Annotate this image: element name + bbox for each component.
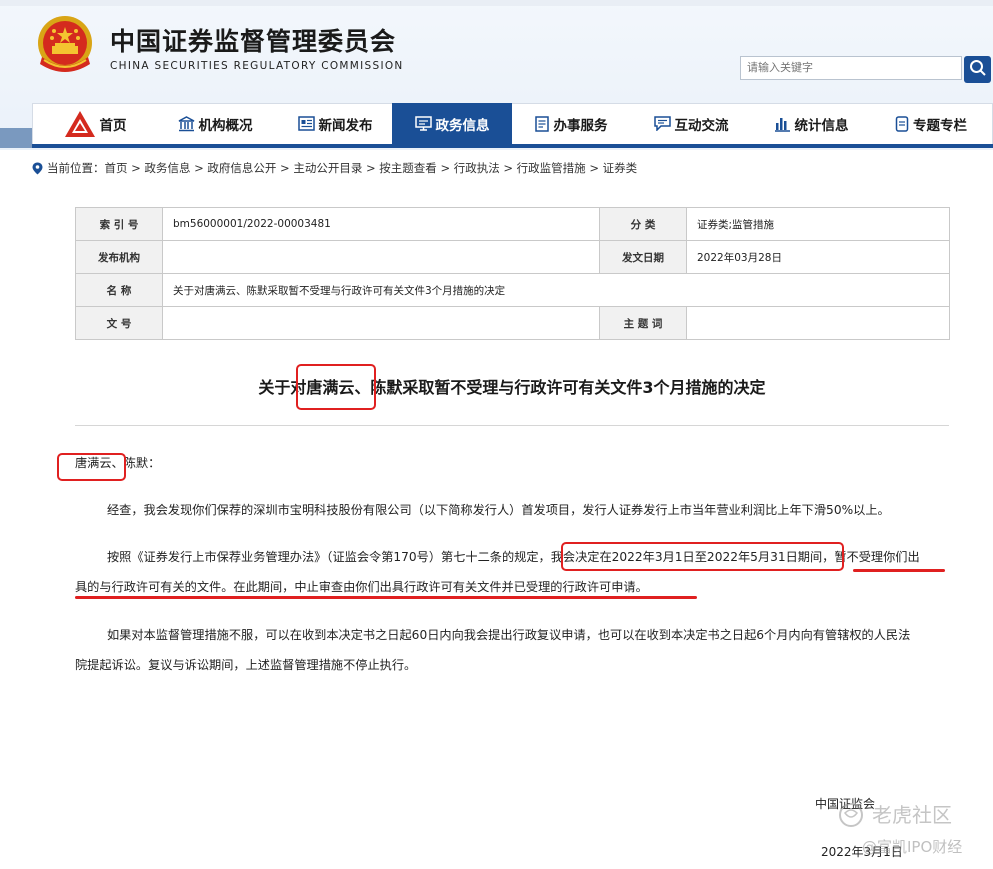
nav-item-interaction[interactable]: 互动交流 bbox=[636, 103, 746, 144]
monitor-icon bbox=[414, 116, 432, 131]
site-title[interactable]: 中国证券监督管理委员会 bbox=[110, 22, 396, 58]
search-icon bbox=[969, 59, 987, 81]
publisher-value bbox=[162, 240, 600, 274]
watermark-brand: 老虎社区 bbox=[872, 803, 952, 827]
nav-item-home[interactable]: 首页 bbox=[40, 103, 150, 144]
nav-underline bbox=[32, 144, 993, 148]
index-label: 索 引 号 bbox=[75, 207, 163, 241]
search-input[interactable] bbox=[740, 56, 962, 80]
highlight-box-salutation bbox=[57, 453, 126, 481]
nav-item-statistics[interactable]: 统计信息 bbox=[756, 103, 866, 144]
date-value: 2022年03月28日 bbox=[686, 240, 950, 274]
docno-label: 文 号 bbox=[75, 306, 163, 340]
nav-item-about[interactable]: 机构概况 bbox=[160, 103, 270, 144]
nav-item-label: 机构概况 bbox=[198, 117, 253, 134]
title-divider bbox=[75, 425, 949, 426]
nav-item-label: 专题专栏 bbox=[913, 117, 967, 134]
keyword-value bbox=[686, 306, 950, 340]
bar-chart-icon bbox=[774, 116, 791, 132]
salutation: 唐满云、陈默： bbox=[75, 456, 161, 470]
breadcrumb-path[interactable]: 首页 > 政务信息 > 政府信息公开 > 主动公开目录 > 按主题查看 > 行政… bbox=[105, 160, 638, 176]
highlight-box-title-name bbox=[296, 364, 376, 410]
nav-item-government-info[interactable]: 政务信息 bbox=[392, 103, 512, 144]
breadcrumb-prefix: 当前位置： bbox=[47, 161, 105, 175]
paragraph-3-line-2: 院提起诉讼。复议与诉讼期间，上述监督管理措施不停止执行。 bbox=[75, 658, 417, 672]
nav-item-services[interactable]: 办事服务 bbox=[516, 103, 626, 144]
name-value: 关于对唐满云、陈默采取暂不受理与行政许可有关文件3个月措施的决定 bbox=[162, 273, 950, 307]
document-icon bbox=[534, 115, 550, 132]
watermark-author: @富凯IPO财经 bbox=[862, 838, 963, 856]
docno-value bbox=[162, 306, 600, 340]
chat-icon bbox=[653, 116, 671, 131]
paragraph-1: 经查，我会发现你们保荐的深圳市宝明科技股份有限公司（以下简称发行人）首发项目，发… bbox=[107, 503, 890, 517]
nav-item-label: 统计信息 bbox=[794, 117, 849, 134]
nav-item-news[interactable]: 新闻发布 bbox=[280, 103, 390, 144]
paragraph-3-line-1: 如果对本监督管理措施不服，可以在收到本决定书之日起60日内向我会提出行政复议申请… bbox=[107, 628, 911, 642]
national-emblem-icon[interactable] bbox=[30, 12, 100, 80]
index-value: bm56000001/2022-00003481 bbox=[162, 207, 600, 241]
nav-item-label: 互动交流 bbox=[674, 117, 729, 134]
nav-item-label: 首页 bbox=[99, 117, 127, 134]
nav-item-topics[interactable]: 专题专栏 bbox=[876, 103, 986, 144]
newspaper-icon bbox=[297, 116, 315, 131]
building-icon bbox=[178, 115, 195, 132]
nav-item-label: 办事服务 bbox=[553, 117, 608, 134]
underline-mark-2 bbox=[75, 596, 697, 599]
logo-icon bbox=[64, 110, 96, 138]
location-pin-icon bbox=[32, 162, 43, 175]
tiger-logo-icon bbox=[836, 802, 866, 832]
site-subtitle: CHINA SECURITIES REGULATORY COMMISSION bbox=[110, 60, 404, 72]
nav-item-label: 政务信息 bbox=[435, 117, 490, 134]
bookmark-icon bbox=[895, 115, 909, 132]
highlight-box-period bbox=[561, 542, 844, 571]
category-label: 分 类 bbox=[599, 207, 687, 241]
search-button[interactable] bbox=[964, 56, 991, 83]
date-label: 发文日期 bbox=[599, 240, 687, 274]
document-title: 关于对唐满云、陈默采取暂不受理与行政许可有关文件3个月措施的决定 bbox=[258, 378, 766, 397]
top-strip bbox=[0, 0, 993, 6]
category-value: 证券类;监管措施 bbox=[686, 207, 950, 241]
keyword-label: 主 题 词 bbox=[599, 306, 687, 340]
breadcrumb: 当前位置： 首页 > 政务信息 > 政府信息公开 > 主动公开目录 > 按主题查… bbox=[32, 160, 637, 176]
nav-item-label: 新闻发布 bbox=[318, 117, 373, 134]
document-meta-table: 索 引 号 bm56000001/2022-00003481 分 类 证券类;监… bbox=[75, 207, 950, 340]
publisher-label: 发布机构 bbox=[75, 240, 163, 274]
underline-mark-1 bbox=[853, 569, 945, 572]
decorative-band bbox=[0, 128, 32, 148]
name-label: 名 称 bbox=[75, 273, 163, 307]
